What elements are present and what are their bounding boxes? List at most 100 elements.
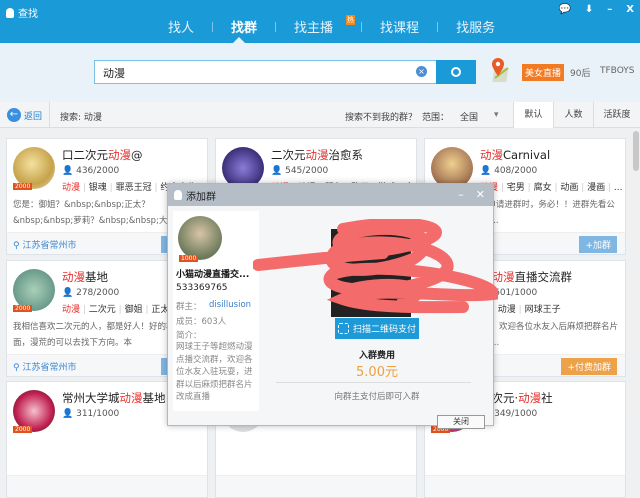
sort-members[interactable]: 人数 bbox=[553, 102, 593, 128]
close-icon[interactable]: ✕ bbox=[476, 188, 485, 201]
tab-find-course[interactable]: 找课程 bbox=[362, 17, 437, 36]
count-text: 278/2000 bbox=[76, 288, 120, 298]
minimize-button[interactable]: – bbox=[607, 4, 612, 15]
count-text: 349/1000 bbox=[494, 409, 538, 419]
group-avatar bbox=[178, 216, 222, 260]
card-footer bbox=[425, 475, 625, 497]
paid-join-button[interactable]: +付费加群 bbox=[561, 358, 617, 375]
group-description bbox=[431, 440, 623, 472]
title-highlight: 动漫 bbox=[305, 148, 329, 162]
qq-logo-icon bbox=[6, 7, 14, 18]
title-text: 基地 bbox=[142, 391, 166, 405]
count-text: 436/2000 bbox=[76, 166, 120, 176]
close-button[interactable]: X bbox=[626, 4, 634, 15]
tag: 腐女 bbox=[525, 183, 552, 193]
count-text: 408/2000 bbox=[494, 166, 538, 176]
card-footer bbox=[216, 475, 416, 497]
back-label: 返回 bbox=[24, 111, 43, 122]
tab-find-streamer[interactable]: 找主播 热 bbox=[276, 15, 361, 36]
tag: 御姐 bbox=[116, 305, 143, 315]
title-highlight: 动漫 bbox=[119, 391, 143, 405]
group-title[interactable]: 常州大学城动漫基地 bbox=[62, 390, 166, 406]
tag: ... bbox=[605, 183, 622, 193]
fee-label: 入群费用 bbox=[358, 351, 395, 361]
tag: 二次元 bbox=[80, 305, 116, 315]
tag: 宅男 bbox=[498, 183, 525, 193]
card-footer bbox=[7, 475, 207, 497]
tag: 动漫 bbox=[62, 305, 81, 315]
tab-find-service[interactable]: 找服务 bbox=[438, 17, 513, 36]
title-text: @ bbox=[131, 148, 143, 162]
members-icon: 👤 bbox=[62, 166, 74, 176]
keyword-link[interactable]: 90后 bbox=[570, 66, 590, 79]
tag: 银魂 bbox=[80, 183, 107, 193]
title-text: 社 bbox=[541, 391, 553, 405]
location-text: 江苏省常州市 bbox=[22, 363, 77, 373]
group-info-panel: 1000 小猫动漫直播交... 533369765 群主： disillusio… bbox=[173, 211, 259, 411]
search-query-label: 搜索: 动漫 bbox=[60, 113, 102, 123]
title-text: 口二次元 bbox=[62, 148, 108, 162]
result-toolbar: ← 返回 搜索: 动漫 搜索不到我的群？ 范围： 全国 ▾ 默认 人数 活跃度 bbox=[0, 102, 640, 128]
download-icon[interactable]: ⬇ bbox=[585, 4, 593, 15]
member-count: 👤 278/2000 bbox=[62, 288, 119, 298]
title-highlight: 动漫 bbox=[108, 148, 131, 162]
member-count: 👤 545/2000 bbox=[271, 166, 328, 176]
tag: 正太 bbox=[143, 305, 170, 315]
dialog-header: 添加群 bbox=[168, 184, 493, 206]
group-name: 小猫动漫直播交... bbox=[176, 270, 250, 280]
tab-label: 找主播 bbox=[294, 21, 334, 36]
title-highlight: 动漫 bbox=[480, 148, 503, 162]
main-tabs: 找人 找群 找主播 热 找课程 找服务 bbox=[150, 15, 513, 36]
group-title[interactable]: 二次元动漫治愈系 bbox=[271, 147, 363, 163]
group-title[interactable]: 动漫Carnival bbox=[480, 147, 550, 163]
minimize-button[interactable]: – bbox=[458, 188, 464, 201]
join-button[interactable]: +加群 bbox=[579, 236, 617, 253]
search-button[interactable] bbox=[436, 60, 476, 84]
title-text: 常州大学城 bbox=[62, 391, 120, 405]
scrollbar-thumb[interactable] bbox=[633, 131, 639, 171]
close-button[interactable]: 关闭 bbox=[437, 415, 485, 429]
member-count: 👤 408/2000 bbox=[480, 166, 537, 176]
group-description bbox=[222, 440, 414, 472]
owner-label: 群主： bbox=[176, 302, 202, 312]
title-highlight: 动漫 bbox=[62, 270, 85, 284]
level-badge: 2000 bbox=[13, 426, 33, 433]
level-badge: 2000 bbox=[13, 305, 33, 312]
search-input[interactable]: 动漫 bbox=[94, 60, 469, 84]
scrollbar[interactable] bbox=[632, 129, 640, 426]
group-title[interactable]: 口二次元动漫@ bbox=[62, 147, 143, 163]
range-label: 范围： bbox=[422, 113, 450, 123]
count-text: 601/1000 bbox=[494, 288, 538, 298]
level-badge: 1000 bbox=[179, 255, 199, 262]
group-title[interactable]: 动漫基地 bbox=[62, 269, 108, 285]
clear-icon[interactable]: × bbox=[416, 66, 427, 77]
title-text: Carnival bbox=[503, 148, 551, 162]
title-bar: 查找 💬 ⬇ – X 找人 找群 找主播 热 找课程 找服务 bbox=[0, 0, 640, 43]
sort-default[interactable]: 默认 bbox=[513, 102, 553, 128]
group-description bbox=[13, 440, 205, 472]
range-select[interactable]: 全国 bbox=[460, 110, 478, 123]
tag: 漫画 bbox=[578, 183, 605, 193]
member-count: 成员：603人 bbox=[176, 317, 227, 327]
tab-find-group[interactable]: 找群 bbox=[213, 17, 275, 36]
scan-qr-pay-button[interactable]: 扫描二维码支付 bbox=[335, 318, 419, 339]
tag-list: 美动漫网球王子 bbox=[480, 302, 625, 315]
tag: 网球王子 bbox=[516, 305, 561, 315]
feedback-icon[interactable]: 💬 bbox=[558, 4, 570, 15]
count-text: 311/1000 bbox=[76, 409, 120, 419]
sort-activity[interactable]: 活跃度 bbox=[593, 102, 640, 128]
owner-link[interactable]: disillusion bbox=[209, 300, 251, 310]
keyword-link[interactable]: TFBOYS bbox=[600, 66, 635, 76]
tag: 动画 bbox=[552, 183, 579, 193]
hot-keyword-badge[interactable]: 美女直播 bbox=[522, 64, 565, 81]
back-button[interactable]: ← 返回 bbox=[0, 102, 50, 128]
location-map-icon[interactable] bbox=[490, 56, 512, 84]
tab-find-people[interactable]: 找人 bbox=[150, 17, 212, 36]
location: ⚲ 江苏省常州市 bbox=[13, 238, 76, 251]
chevron-down-icon[interactable]: ▾ bbox=[494, 110, 499, 120]
not-found-link[interactable]: 搜索不到我的群？ bbox=[345, 110, 417, 123]
window-controls: 💬 ⬇ – X bbox=[558, 4, 634, 15]
group-id: 533369765 bbox=[176, 283, 228, 293]
members-icon: 👤 bbox=[62, 409, 74, 419]
add-group-dialog: 添加群 – ✕ 1000 小猫动漫直播交... 533369765 群主： dis… bbox=[167, 183, 498, 429]
